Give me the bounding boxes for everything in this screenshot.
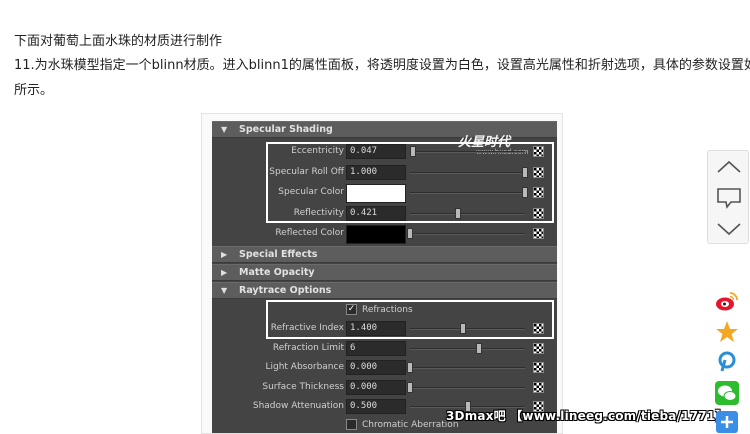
section-title: Raytrace Options: [239, 285, 332, 296]
share-pinterest-button[interactable]: [714, 348, 740, 374]
slider-track[interactable]: [410, 347, 525, 350]
watermark-text: 3Dmax吧 【www.lineeg.com/tieba/1771】: [446, 409, 728, 423]
value-field[interactable]: 0.500: [346, 399, 406, 414]
attribute-label: Reflected Color: [275, 228, 344, 238]
weibo-icon: [716, 292, 738, 311]
qzone-star-icon: [716, 321, 738, 342]
map-checker-icon[interactable]: [533, 381, 544, 393]
value-field[interactable]: 6: [346, 340, 406, 356]
raytrace-attribute-row: Refraction Limit 6: [212, 340, 557, 357]
chevron-up-icon: [717, 160, 741, 173]
highlight-box-specular: [266, 142, 554, 223]
attribute-label: Shadow Attenuation: [252, 401, 344, 411]
maya-attribute-editor: ▼ Specular Shading 火星时代 www.hxsd.com Ecc…: [212, 121, 557, 433]
share-bar: [712, 286, 744, 434]
slider-handle[interactable]: [407, 381, 413, 393]
expand-triangle-icon: ▼: [221, 125, 228, 134]
more-icon: [716, 411, 738, 433]
share-wechat-button[interactable]: [714, 380, 740, 406]
attribute-label: Refraction Limit: [272, 342, 344, 353]
raytrace-attribute-row: Surface Thickness 0.000: [212, 379, 557, 396]
wechat-icon: [715, 381, 739, 405]
slider-handle[interactable]: [407, 228, 413, 239]
map-checker-icon[interactable]: [533, 228, 544, 239]
section-title: Special Effects: [239, 249, 318, 260]
highlight-box-refraction: [266, 300, 554, 339]
chromatic-aberration-label: Chromatic Aberration: [362, 420, 459, 430]
slider-track[interactable]: [410, 386, 525, 389]
section-title: Matte Opacity: [239, 267, 315, 278]
section-special-effects[interactable]: ▶ Special Effects: [212, 246, 557, 263]
chromatic-aberration-checkbox[interactable]: [346, 419, 357, 430]
chevron-down-icon: [717, 222, 741, 235]
share-qzone-button[interactable]: [714, 319, 740, 345]
pinterest-icon: [718, 351, 736, 372]
attribute-label: Light Absorbance: [265, 362, 344, 372]
attribute-label: Surface Thickness: [262, 381, 344, 392]
scroll-up-button[interactable]: [708, 151, 750, 182]
collapse-triangle-icon: ▶: [221, 250, 228, 259]
comment-icon: [717, 187, 741, 209]
slider-handle[interactable]: [476, 342, 482, 354]
share-more-button[interactable]: [714, 409, 740, 434]
specular-attribute-row: Reflected Color: [212, 225, 557, 244]
comment-button[interactable]: [708, 182, 750, 213]
map-checker-icon[interactable]: [533, 362, 544, 373]
section-matte-opacity[interactable]: ▶ Matte Opacity: [212, 264, 557, 281]
slider-track[interactable]: [410, 367, 525, 369]
slider-track[interactable]: [410, 233, 525, 235]
color-swatch[interactable]: [346, 225, 406, 244]
article-step-text: 11.为水珠模型指定一个blinn材质。进入blinn1的属性面板，将透明度设置…: [14, 58, 750, 73]
article-intro-line: 下面对葡萄上面水珠的材质进行制作: [14, 34, 223, 49]
article-image: ▼ Specular Shading 火星时代 www.hxsd.com Ecc…: [201, 113, 563, 434]
collapse-triangle-icon: ▶: [221, 268, 228, 277]
raytrace-attribute-row: Light Absorbance 0.000: [212, 359, 557, 376]
share-weibo-button[interactable]: [714, 288, 740, 314]
section-title: Specular Shading: [239, 124, 333, 135]
value-field[interactable]: 0.000: [346, 360, 406, 375]
section-raytrace-options[interactable]: ▼ Raytrace Options: [212, 282, 557, 299]
floating-nav: [707, 150, 749, 244]
article-step-text-end: 所示。: [14, 83, 54, 98]
expand-triangle-icon: ▼: [221, 286, 228, 295]
slider-handle[interactable]: [407, 362, 413, 373]
scroll-down-button[interactable]: [708, 213, 750, 244]
map-checker-icon[interactable]: [533, 342, 544, 354]
value-field[interactable]: 0.000: [346, 379, 406, 395]
